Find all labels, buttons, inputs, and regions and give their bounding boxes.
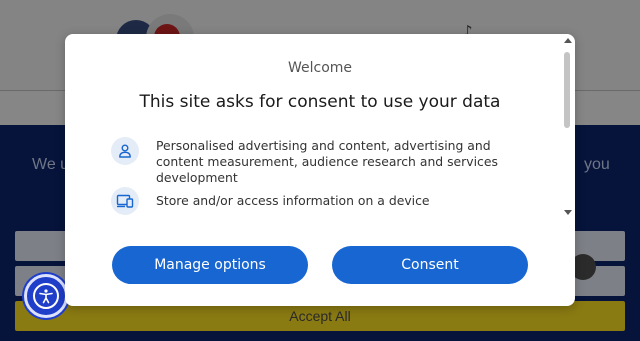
- banner-intro-text-end: you: [584, 156, 610, 173]
- purpose-item: Personalised advertising and content, ad…: [111, 137, 531, 186]
- scroll-up-arrow-icon[interactable]: [564, 38, 572, 43]
- purpose-text: Store and/or access information on a dev…: [156, 193, 430, 208]
- scrollbar-thumb[interactable]: [564, 52, 570, 128]
- accessibility-icon: [33, 283, 59, 309]
- dialog-scrollbar[interactable]: [561, 34, 575, 222]
- person-icon: [111, 137, 139, 165]
- dialog-title: This site asks for consent to use your d…: [139, 92, 501, 112]
- dialog-welcome: Welcome: [287, 60, 353, 76]
- purpose-text: Personalised advertising and content, ad…: [156, 138, 498, 185]
- banner-intro-text: We u: [32, 156, 70, 173]
- purpose-item: Store and/or access information on a dev…: [111, 187, 531, 215]
- scroll-down-arrow-icon[interactable]: [564, 210, 572, 215]
- accessibility-button[interactable]: [24, 274, 68, 318]
- consent-button[interactable]: Consent: [332, 246, 528, 284]
- consent-scroll-area[interactable]: Welcome This site asks for consent to us…: [65, 34, 563, 222]
- consent-dialog: Welcome This site asks for consent to us…: [65, 34, 575, 306]
- manage-options-button[interactable]: Manage options: [112, 246, 308, 284]
- devices-icon: [111, 187, 139, 215]
